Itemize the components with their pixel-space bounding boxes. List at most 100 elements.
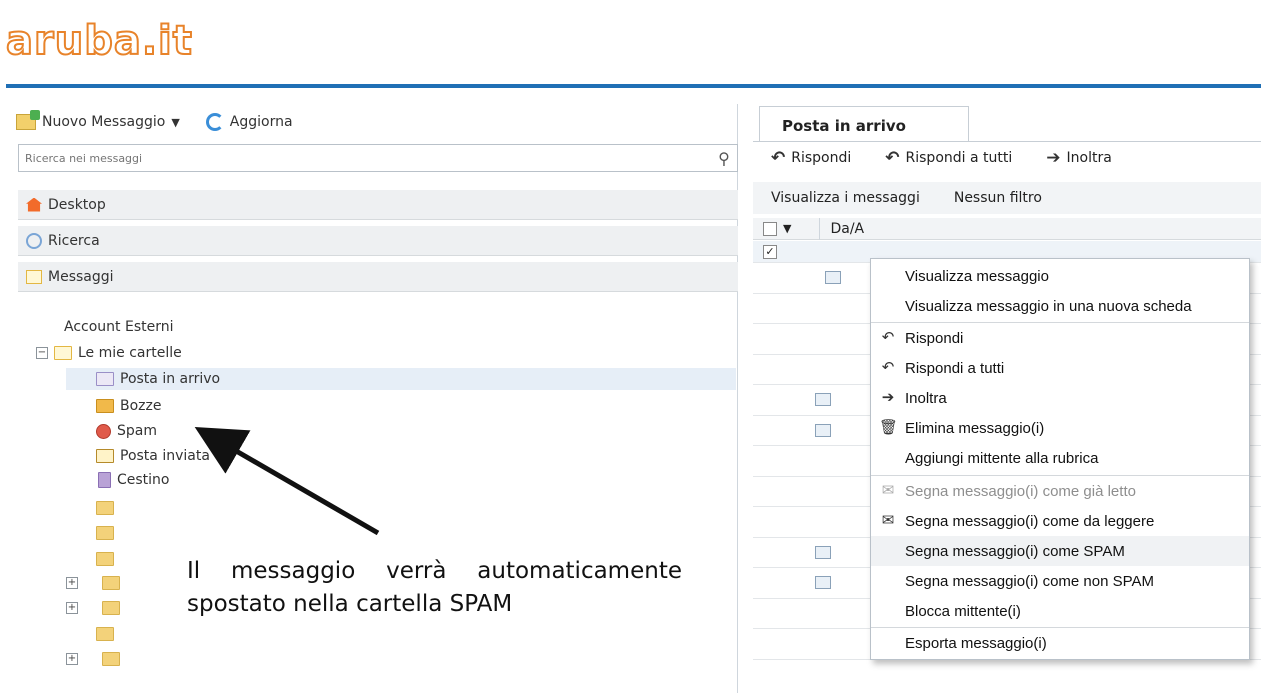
refresh-label: Aggiorna: [229, 114, 293, 130]
magnifier-icon: [26, 232, 42, 249]
menu-reply-all[interactable]: ↶ Rispondi a tutti: [871, 353, 1249, 383]
reply-icon: ↶: [881, 329, 895, 346]
folder-sent[interactable]: Posta inviata: [96, 445, 210, 467]
folder-unnamed[interactable]: [96, 522, 114, 544]
open-envelope-icon: ✉: [881, 482, 895, 499]
column-from[interactable]: Da/A: [830, 221, 864, 237]
folder-trash-label: Cestino: [117, 472, 170, 488]
folder-icon: [96, 552, 114, 566]
annotation-line-1: Il messaggio verrà automaticamente: [187, 558, 682, 584]
menu-mark-spam[interactable]: Segna messaggio(i) come SPAM: [871, 536, 1249, 566]
folder-icon: [102, 601, 120, 615]
reply-all-label: Rispondi a tutti: [905, 150, 1013, 166]
select-all-checkbox[interactable]: [763, 221, 777, 236]
folder-inbox-label: Posta in arrivo: [120, 371, 221, 387]
envelope-icon: [26, 269, 42, 284]
folder-unnamed[interactable]: +: [66, 572, 120, 594]
search-icon[interactable]: ⚲: [711, 149, 737, 168]
folder-unnamed[interactable]: +: [66, 597, 120, 619]
message-actions: ↶ Rispondi ↶ Rispondi a tutti ➔ Inoltra: [771, 148, 1112, 168]
folder-unnamed[interactable]: [96, 548, 114, 570]
new-message-label: Nuovo Messaggio: [42, 114, 166, 130]
expand-icon[interactable]: +: [66, 602, 78, 614]
nav-messages[interactable]: Messaggi: [18, 262, 738, 292]
message-table-header: ▼ Da/A: [753, 217, 1261, 240]
folder-unnamed[interactable]: [96, 497, 114, 519]
folder-icon: [102, 652, 120, 666]
collapse-icon[interactable]: −: [36, 347, 48, 359]
menu-view-message[interactable]: Visualizza messaggio: [871, 261, 1249, 291]
folder-spam-label: Spam: [117, 423, 157, 439]
forward-icon: ➔: [881, 389, 895, 406]
view-messages-label[interactable]: Visualizza i messaggi: [771, 190, 920, 206]
menu-export-message[interactable]: Esporta messaggio(i): [871, 628, 1249, 658]
folder-spam[interactable]: Spam: [96, 420, 157, 442]
house-icon: [26, 197, 42, 212]
message-search: ⚲: [18, 144, 738, 172]
forwarded-mail-icon: [825, 271, 841, 285]
menu-mark-not-spam[interactable]: Segna messaggio(i) come non SPAM: [871, 566, 1249, 596]
menu-mark-unread[interactable]: ✉ Segna messaggio(i) come da leggere: [871, 506, 1249, 536]
menu-reply[interactable]: ↶ Rispondi: [871, 323, 1249, 353]
menu-delete[interactable]: 🗑 Elimina messaggio(i): [871, 413, 1249, 443]
filter-bar: Visualizza i messaggi Nessun filtro: [753, 182, 1261, 214]
folder-drafts[interactable]: Bozze: [96, 395, 161, 417]
inbox-icon: [96, 372, 114, 386]
spam-icon: [96, 423, 111, 439]
reply-icon: ↶: [771, 148, 786, 168]
menu-view-message-new-tab[interactable]: Visualizza messaggio in una nuova scheda: [871, 291, 1249, 321]
tab-inbox[interactable]: Posta in arrivo: [759, 106, 969, 142]
refresh-button[interactable]: Aggiorna: [205, 113, 293, 131]
reply-all-icon: ↶: [885, 148, 900, 168]
expand-icon[interactable]: +: [66, 577, 78, 589]
expand-icon[interactable]: +: [66, 653, 78, 665]
reply-all-icon: ↶: [881, 359, 895, 376]
drafts-icon: [96, 399, 114, 413]
folder-trash[interactable]: Cestino: [98, 469, 170, 491]
forward-button[interactable]: ➔ Inoltra: [1046, 148, 1112, 168]
annotation-line-2: spostato nella cartella SPAM: [187, 591, 513, 617]
menu-block-sender[interactable]: Blocca mittente(i): [871, 596, 1249, 626]
aruba-logo: aruba.it: [5, 17, 193, 65]
new-message-button[interactable]: Nuovo Messaggio ▼: [16, 110, 180, 130]
tree-my-folders[interactable]: − Le mie cartelle: [36, 342, 182, 364]
context-menu: Visualizza messaggio Visualizza messaggi…: [870, 258, 1250, 660]
left-toolbar: Nuovo Messaggio ▼ Aggiorna: [16, 108, 293, 136]
reply-all-button[interactable]: ↶ Rispondi a tutti: [885, 148, 1012, 168]
reply-label: Rispondi: [791, 150, 852, 166]
nav-search-label: Ricerca: [48, 232, 100, 249]
nav-search[interactable]: Ricerca: [18, 226, 738, 256]
reply-button[interactable]: ↶ Rispondi: [771, 148, 851, 168]
new-message-icon: [16, 110, 40, 130]
tab-divider: [753, 141, 1261, 142]
forward-label: Inoltra: [1066, 150, 1112, 166]
trash-icon: [98, 472, 111, 488]
contact-mail-icon: [815, 423, 831, 437]
external-accounts-label: Account Esterni: [64, 319, 174, 335]
folder-unnamed[interactable]: [96, 623, 114, 645]
menu-add-sender-contacts[interactable]: Aggiungi mittente alla rubrica: [871, 443, 1249, 473]
menu-forward[interactable]: ➔ Inoltra: [871, 383, 1249, 413]
folder-icon: [96, 627, 114, 641]
folder-icon: [96, 526, 114, 540]
folder-icon: [96, 501, 114, 515]
search-input[interactable]: [19, 145, 711, 171]
my-folders-label: Le mie cartelle: [78, 345, 182, 361]
refresh-icon: [205, 113, 224, 131]
chevron-down-icon[interactable]: ▼: [171, 116, 179, 129]
row-checkbox[interactable]: ✓: [763, 244, 777, 259]
chevron-down-icon[interactable]: ▼: [783, 222, 791, 235]
envelope-icon: ✉: [881, 512, 895, 529]
forward-icon: ➔: [1046, 148, 1061, 168]
folder-sent-label: Posta inviata: [120, 448, 210, 464]
folder-icon: [102, 576, 120, 590]
tree-external-accounts[interactable]: Account Esterni: [64, 316, 174, 338]
filter-select[interactable]: Nessun filtro: [954, 190, 1042, 206]
contact-mail-icon: [815, 393, 831, 407]
envelope-icon: [54, 346, 72, 360]
folder-drafts-label: Bozze: [120, 398, 162, 414]
menu-mark-read[interactable]: ✉ Segna messaggio(i) come già letto: [871, 476, 1249, 506]
folder-unnamed[interactable]: +: [66, 648, 120, 670]
nav-desktop[interactable]: Desktop: [18, 190, 738, 220]
folder-inbox[interactable]: Posta in arrivo: [66, 368, 736, 390]
